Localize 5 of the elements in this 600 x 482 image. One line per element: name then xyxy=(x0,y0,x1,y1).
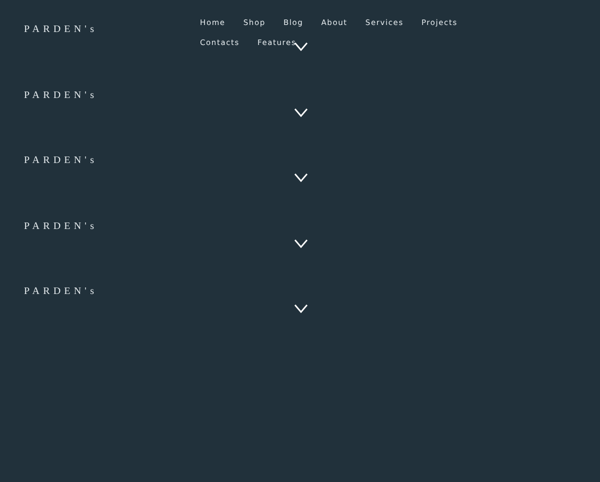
logo[interactable]: PARDEN's xyxy=(24,222,98,232)
logo[interactable]: PARDEN's xyxy=(24,90,98,101)
logo[interactable]: PARDEN's xyxy=(24,287,98,298)
logo[interactable]: PARDEN's xyxy=(24,156,98,166)
logo[interactable]: PARDEN's xyxy=(24,25,98,35)
